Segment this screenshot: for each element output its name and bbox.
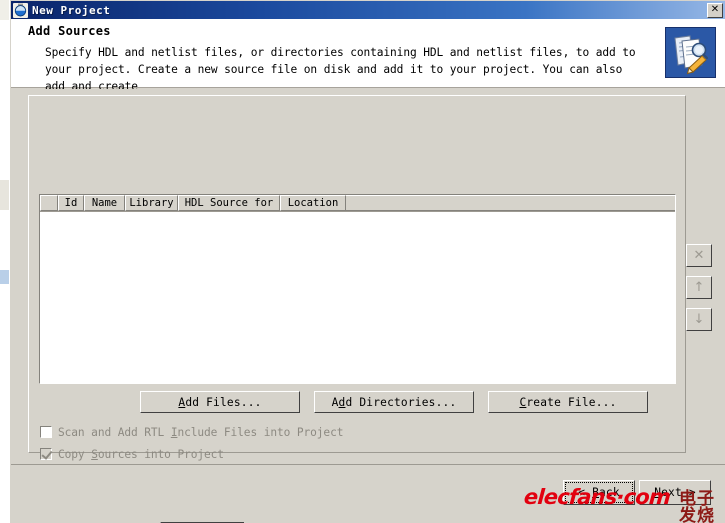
table-header-filler [346, 195, 675, 211]
table-header-row: Id Name Library HDL Source for Location [40, 195, 675, 212]
copy-sources-into-project-checkbox: Copy Sources into Project [40, 444, 343, 464]
page-title: Add Sources [28, 24, 111, 38]
table-body[interactable] [40, 212, 675, 383]
scan-add-rtl-include-files-checkbox: Scan and Add RTL Include Files into Proj… [40, 422, 343, 442]
back-button[interactable]: < Back [563, 480, 635, 505]
page-description: Specify HDL and netlist files, or direct… [45, 46, 636, 93]
project-icon [13, 2, 28, 18]
table-column-header-library[interactable]: Library [125, 195, 178, 211]
dialog-content: Id Name Library HDL Source for Location ✕ ↑ ↓ … [11, 89, 725, 523]
move-down-button: ↓ [686, 308, 712, 331]
remove-source-button: ✕ [686, 244, 712, 267]
back-button-label: < Back [578, 486, 620, 499]
new-project-dialog: New Project ✕ Add Sources Specify HDL an… [9, 0, 725, 523]
window-title: New Project [32, 3, 111, 17]
scan-add-rtl-include-files-checkbox-label: Scan and Add RTL Include Files into Proj… [58, 425, 344, 439]
table-column-header-marker[interactable] [40, 195, 58, 211]
close-icon[interactable]: ✕ [707, 2, 723, 18]
create-file-button[interactable]: Create File... [488, 391, 648, 413]
table-column-header-hdl_source_for[interactable]: HDL Source for [178, 195, 280, 211]
table-column-header-name[interactable]: Name [84, 195, 125, 211]
add-sources-illustration-icon [665, 27, 716, 78]
add-files-button[interactable]: Add Files... [140, 391, 300, 413]
wizard-nav-buttons: < Back Next > [559, 480, 711, 505]
next-button[interactable]: Next > [639, 480, 711, 505]
header-band: Add Sources Specify HDL and netlist file… [11, 19, 725, 93]
table-column-header-id[interactable]: Id [58, 195, 84, 211]
copy-sources-into-project-checkbox-label: Copy Sources into Project [58, 447, 224, 461]
add-files-button-label: Add Files... [178, 395, 262, 409]
create-file-button-label: Create File... [519, 395, 617, 409]
sources-table[interactable]: Id Name Library HDL Source for Location [39, 194, 676, 384]
add-directories-button-label: Add Directories... [331, 395, 457, 409]
dialog-footer: < Back Next > [11, 464, 725, 522]
table-tool-buttons: ✕ ↑ ↓ [686, 244, 712, 340]
checkbox-checked-icon [40, 448, 52, 460]
add-directories-button[interactable]: Add Directories... [314, 391, 474, 413]
next-button-label: Next > [654, 486, 696, 499]
table-column-header-location[interactable]: Location [280, 195, 346, 211]
checkbox-unchecked-icon [40, 426, 52, 438]
source-action-buttons: Add Files... Add Directories... Create Fil… [140, 391, 648, 413]
background-window-strip [0, 0, 10, 523]
title-bar: New Project ✕ [11, 1, 725, 19]
move-up-button: ↑ [686, 276, 712, 299]
screenshot-root: New Project ✕ Add Sources Specify HDL an… [0, 0, 725, 523]
